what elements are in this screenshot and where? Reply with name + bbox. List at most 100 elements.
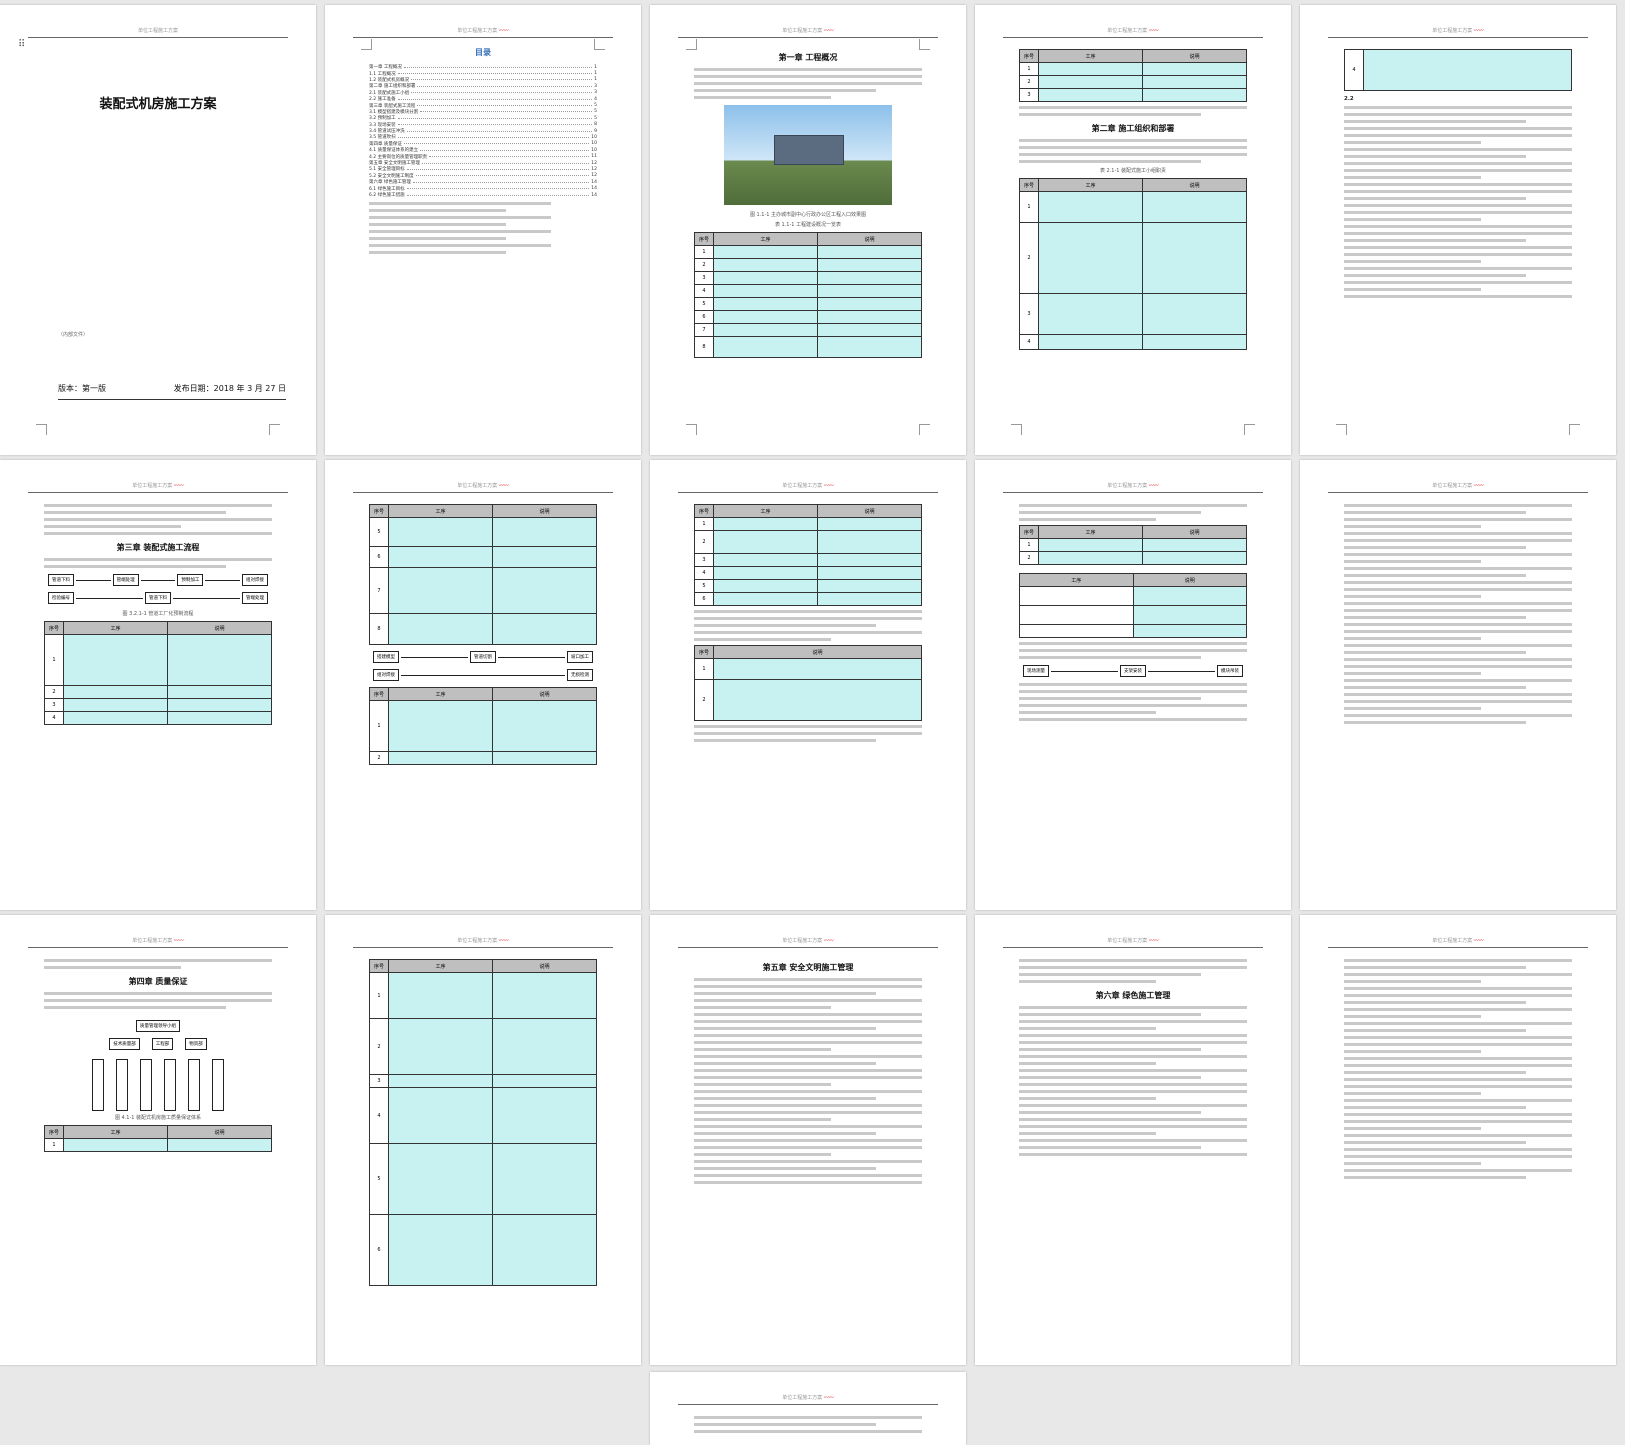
chapter-heading: 第一章 工程概况 [778, 53, 838, 62]
crop-mark [1011, 424, 1022, 435]
process-flow: 搭建模型 管道切割 坡口加工 [373, 651, 593, 663]
org-node: 工程部 [151, 1038, 174, 1050]
data-table: 工序 说明 [1019, 573, 1247, 638]
page-header: 单位工程施工方案 [28, 27, 288, 38]
cover-rule [58, 399, 286, 400]
page-body [1344, 955, 1572, 1335]
page-8: 单位工程施工方案 〰〰 序号 工序 说明 1 2 3 4 5 6 序号 说明 1 2 [650, 460, 966, 910]
page-16: 单位工程施工方案 〰〰 [650, 1372, 966, 1445]
page-header: 单位工程施工方案 〰〰 [678, 27, 938, 38]
org-node: 物资部 [185, 1038, 207, 1050]
page-2-toc: 单位工程施工方案 〰〰 目录 第一章 工程概况 1 1.1 工程概况 1 1.2 装… [325, 5, 641, 455]
chapter-heading: 第六章 绿色施工管理 [1095, 991, 1171, 1000]
crop-mark [919, 424, 930, 435]
toc: 目录 第一章 工程概况 1 1.1 工程概况 1 1.2 装配式机房概况 1 第二章 … [369, 45, 597, 425]
table-caption: 表 1.1-1 工程建设概况一览表 [774, 222, 842, 228]
page-header: 单位工程施工方案 〰〰 [353, 27, 613, 38]
page-7: 单位工程施工方案 〰〰 序号 工序 说明 5 6 7 8 搭建模型 管道切割 坡口加… [325, 460, 641, 910]
chapter-heading: 第五章 安全文明施工管理 [762, 963, 854, 972]
page-body: 第五章 安全文明施工管理 [694, 955, 922, 1335]
page-6: 单位工程施工方案 〰〰 第三章 装配式施工流程 管道下料 管端处理 预制加工 组… [0, 460, 316, 910]
figure-caption: 图 4.1-1 装配式机房施工质量保证体系 [114, 1115, 202, 1121]
data-table: 序号 工序 说明 1 2 3 [1019, 49, 1247, 102]
building-photo [724, 105, 892, 205]
page-body: 序号 工序 说明 1 2 工序 说明 现场测量 支架安装 模块吊装 [1019, 500, 1247, 880]
flow-step: 坡口加工 [567, 651, 593, 663]
page-15: 单位工程施工方案 〰〰 [1300, 915, 1616, 1365]
process-flow: 组对焊接 无损检测 [373, 669, 593, 681]
crop-mark [36, 424, 47, 435]
flow-step: 支架安装 [1120, 665, 1146, 677]
flow-step: 管道下料 [145, 592, 171, 604]
page-header: 单位工程施工方案 〰〰 [678, 482, 938, 493]
flow-step: 检验编号 [48, 592, 74, 604]
page-header: 单位工程施工方案 〰〰 [353, 937, 613, 948]
page-header: 单位工程施工方案 〰〰 [28, 482, 288, 493]
process-flow: 现场测量 支架安装 模块吊装 [1023, 665, 1243, 677]
org-node: 质量管理领导小组 [136, 1020, 180, 1032]
data-table: 序号 工序 说明 1 2 3 4 5 6 [694, 504, 922, 606]
page-9: 单位工程施工方案 〰〰 序号 工序 说明 1 2 工序 说明 现场测量 支架安装 模块… [975, 460, 1291, 910]
flow-step: 预制加工 [177, 574, 204, 586]
page-header: 单位工程施工方案 〰〰 [678, 1394, 938, 1405]
flow-step: 管道下料 [48, 574, 74, 586]
flow-step: 无损检测 [567, 669, 593, 681]
flow-step: 组对焊接 [242, 574, 269, 586]
chapter-heading: 第四章 质量保证 [128, 977, 188, 986]
chapter-heading: 第三章 装配式施工流程 [116, 543, 200, 552]
process-flow: 管道下料 管端处理 预制加工 组对焊接 [48, 574, 269, 586]
page-header: 单位工程施工方案 〰〰 [1003, 27, 1263, 38]
crop-mark [686, 424, 697, 435]
flow-step: 搭建模型 [373, 651, 399, 663]
page-header: 单位工程施工方案 〰〰 [1003, 482, 1263, 493]
page-body: 第一章 工程概况 图 1.1-1 主办城市副中心行政办公区工程入口效果图 表 1… [694, 45, 922, 425]
data-table: 序号 工序 说明 1 2 [369, 687, 597, 765]
data-table: 4 [1344, 49, 1572, 91]
chapter-heading: 第二章 施工组织和部署 [1091, 124, 1175, 133]
page-body: 第三章 装配式施工流程 管道下料 管端处理 预制加工 组对焊接 检验编号 管道下… [44, 500, 272, 880]
cover-title: 装配式机房施工方案 [99, 97, 217, 112]
page-10: 单位工程施工方案 〰〰 [1300, 460, 1616, 910]
crop-mark [1244, 424, 1255, 435]
page-body [1344, 500, 1572, 880]
page-body: 第六章 绿色施工管理 [1019, 955, 1247, 1335]
page-body: 4 2.2 [1344, 45, 1572, 425]
data-table: 序号 工序 说明 1 2 3 4 [1019, 178, 1247, 350]
data-table: 序号 工序 说明 1 2 [1019, 525, 1247, 565]
page-body: 第四章 质量保证 质量管理领导小组 技术质量部 工程部 物资部 图 4.1-1 … [44, 955, 272, 1335]
release-date: 发布日期：2018 年 3 月 27 日 [173, 384, 286, 393]
page-header: 单位工程施工方案 〰〰 [28, 937, 288, 948]
cover-note: （内部文件） [58, 332, 89, 338]
data-table: 序号 工序 说明 5 6 7 8 [369, 504, 597, 645]
page-header: 单位工程施工方案 〰〰 [1328, 937, 1588, 948]
org-chart: 质量管理领导小组 技术质量部 工程部 物资部 [44, 1017, 272, 1111]
page-1-cover: ⠿ 单位工程施工方案 装配式机房施工方案 （内部文件） 版本：第一版 发布日期：… [0, 5, 316, 455]
flow-step: 管端处理 [112, 574, 139, 586]
data-table: 序号 工序 说明 1 2 3 4 [44, 621, 272, 725]
process-flow: 检验编号 管道下料 管端处理 [48, 592, 268, 604]
page-header: 单位工程施工方案 〰〰 [1328, 482, 1588, 493]
flow-step: 现场测量 [1023, 665, 1049, 677]
page-body: 序号 工序 说明 1 2 3 4 5 6 序号 说明 1 2 [694, 500, 922, 880]
flow-step: 组对焊接 [373, 669, 399, 681]
version-label: 版本：第一版 [58, 384, 106, 393]
page-3: 单位工程施工方案 〰〰 第一章 工程概况 图 1.1-1 主办城市副中心行政办公… [650, 5, 966, 455]
drag-handle-icon[interactable]: ⠿ [18, 40, 25, 50]
page-header: 单位工程施工方案 〰〰 [353, 482, 613, 493]
crop-mark [1569, 424, 1580, 435]
toc-entry[interactable]: 6.2 绿色施工措施 14 [369, 192, 597, 199]
page-14: 单位工程施工方案 〰〰 第六章 绿色施工管理 [975, 915, 1291, 1365]
page-11: 单位工程施工方案 〰〰 第四章 质量保证 质量管理领导小组 技术质量部 工程部 … [0, 915, 316, 1365]
page-5: 单位工程施工方案 〰〰 4 2.2 [1300, 5, 1616, 455]
page-12: 单位工程施工方案 〰〰 序号 工序 说明 1 2 3 4 5 6 [325, 915, 641, 1365]
org-node: 技术质量部 [109, 1038, 140, 1050]
data-table: 序号 工序 说明 1 [44, 1125, 272, 1152]
page-13: 单位工程施工方案 〰〰 第五章 安全文明施工管理 [650, 915, 966, 1365]
page-body: 序号 工序 说明 1 2 3 第二章 施工组织和部署 表 2.1-1 装配式施工小组… [1019, 45, 1247, 425]
page-header: 单位工程施工方案 〰〰 [1328, 27, 1588, 38]
data-table: 序号 工序 说明 1 2 3 4 5 6 7 8 [694, 232, 922, 358]
page-header: 单位工程施工方案 〰〰 [678, 937, 938, 948]
table-caption: 表 2.1-1 装配式施工小组职责 [1099, 168, 1167, 174]
data-table: 序号 工序 说明 1 2 3 4 5 6 [369, 959, 597, 1286]
page-header: 单位工程施工方案 〰〰 [1003, 937, 1263, 948]
